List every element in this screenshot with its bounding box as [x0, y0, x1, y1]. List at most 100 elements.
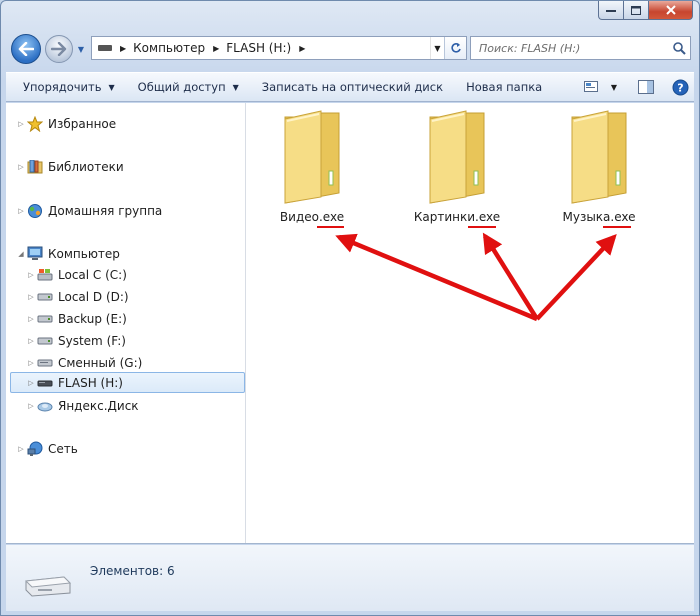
preview-pane-icon	[638, 80, 654, 94]
sidebar-item-yandex-disk[interactable]: ▷ Яндекс.Диск	[6, 395, 246, 416]
close-button[interactable]	[649, 1, 693, 20]
hard-drive-icon	[36, 311, 54, 327]
file-extension: .exe	[318, 210, 345, 224]
refresh-button[interactable]	[444, 37, 466, 59]
folder-item-video[interactable]: Видео.exe	[257, 109, 367, 224]
help-button[interactable]: ?	[666, 75, 694, 99]
forward-arrow-icon	[51, 42, 67, 56]
content-area: ▷ Избранное ▷ Библиотеки ▷ Домашняя груп…	[6, 103, 694, 544]
file-base-name: Видео	[279, 210, 319, 224]
folder-icon	[571, 110, 627, 204]
network-icon	[26, 441, 44, 457]
sidebar-item-homegroup[interactable]: ▷ Домашняя группа	[6, 200, 246, 221]
homegroup-icon	[26, 203, 44, 219]
system-drive-icon	[36, 267, 54, 283]
sidebar-item-label: Яндекс.Диск	[58, 398, 139, 413]
expand-arrow-icon[interactable]: ▷	[26, 337, 36, 345]
minimize-button[interactable]	[598, 1, 624, 20]
chevron-down-icon: ▼	[232, 82, 239, 92]
expand-arrow-icon[interactable]: ▷	[16, 207, 26, 215]
file-extension: .exe	[475, 210, 501, 224]
sidebar-item-drive-e[interactable]: ▷ Backup (E:)	[6, 308, 246, 329]
burn-label: Записать на оптический диск	[261, 80, 444, 94]
expand-arrow-icon[interactable]: ▷	[26, 379, 36, 387]
details-pane: Элементов: 6	[6, 545, 694, 611]
breadcrumb-separator-icon[interactable]: ▶	[213, 44, 219, 53]
address-bar[interactable]: ▶ Компьютер ▶ FLASH (H:) ▶ ▼	[91, 36, 467, 60]
organize-button[interactable]: Упорядочить ▼	[6, 75, 124, 99]
address-dropdown-icon[interactable]: ▼	[430, 37, 444, 59]
cloud-disk-icon	[36, 398, 54, 414]
expand-arrow-icon[interactable]: ▷	[26, 359, 36, 367]
expand-arrow-icon[interactable]: ▷	[26, 402, 36, 410]
sidebar-item-favorites[interactable]: ▷ Избранное	[6, 113, 246, 134]
sidebar-item-drive-h[interactable]: ▷ FLASH (H:)	[10, 372, 245, 393]
item-count: Элементов: 6	[90, 564, 175, 578]
expand-arrow-icon[interactable]: ▷	[16, 445, 26, 453]
sidebar-item-label: FLASH (H:)	[58, 375, 123, 390]
file-name: Видео.exe	[257, 210, 367, 224]
burn-button[interactable]: Записать на оптический диск	[248, 75, 452, 99]
folder-item-pictures[interactable]: Картинки.exe	[402, 109, 512, 224]
flash-drive-icon	[24, 576, 72, 597]
sidebar-item-label: Local C (C:)	[58, 267, 127, 282]
search-input[interactable]	[479, 41, 668, 55]
sidebar-item-label: Компьютер	[48, 246, 120, 261]
new-folder-label: Новая папка	[466, 80, 543, 94]
explorer-window: ▼ ▶ Компьютер ▶ FLASH (H:) ▶ ▼ Упорядочи	[0, 0, 700, 616]
search-icon[interactable]	[668, 37, 690, 59]
sidebar-item-libraries[interactable]: ▷ Библиотеки	[6, 156, 246, 177]
chevron-down-icon: ▼	[108, 82, 115, 92]
drive-icon	[98, 45, 112, 51]
search-box	[470, 36, 691, 60]
breadcrumb-separator-icon[interactable]: ▶	[299, 44, 305, 53]
removable-drive-icon	[36, 355, 54, 371]
expand-arrow-icon[interactable]: ▷	[26, 271, 36, 279]
organize-label: Упорядочить	[23, 80, 102, 94]
folder-icon	[429, 110, 485, 204]
sidebar-item-label: Backup (E:)	[58, 311, 127, 326]
sidebar-item-network[interactable]: ▷ Сеть	[6, 438, 246, 459]
expand-arrow-icon[interactable]: ▷	[16, 163, 26, 171]
view-icon	[584, 81, 598, 92]
library-icon	[26, 159, 44, 175]
file-name: Картинки.exe	[402, 210, 512, 224]
file-extension: .exe	[610, 210, 636, 224]
navigation-pane: ▷ Избранное ▷ Библиотеки ▷ Домашняя груп…	[6, 103, 246, 543]
hard-drive-icon	[36, 289, 54, 305]
sidebar-item-drive-g[interactable]: ▷ Сменный (G:)	[6, 352, 246, 373]
star-icon	[26, 115, 44, 132]
share-label: Общий доступ	[137, 80, 226, 94]
sidebar-item-drive-d[interactable]: ▷ Local D (D:)	[6, 286, 246, 307]
computer-icon	[26, 246, 44, 262]
arrow-mark	[335, 233, 538, 322]
share-button[interactable]: Общий доступ ▼	[124, 75, 248, 99]
expand-arrow-icon[interactable]: ▷	[26, 293, 36, 301]
preview-pane-button[interactable]	[632, 75, 660, 99]
new-folder-button[interactable]: Новая папка	[452, 75, 551, 99]
help-icon: ?	[672, 79, 688, 95]
navigation-row: ▼ ▶ Компьютер ▶ FLASH (H:) ▶ ▼	[9, 32, 691, 66]
back-button[interactable]	[11, 34, 41, 64]
breadcrumb: ▶ Компьютер ▶ FLASH (H:) ▶	[118, 41, 312, 55]
breadcrumb-computer[interactable]: Компьютер	[133, 41, 205, 55]
view-controls: ▼ ?	[578, 75, 694, 99]
view-dropdown-icon[interactable]: ▼	[606, 75, 622, 99]
maximize-button[interactable]	[624, 1, 649, 20]
sidebar-item-label: Сеть	[48, 441, 78, 456]
flash-drive-icon	[36, 375, 54, 391]
sidebar-item-drive-c[interactable]: ▷ Local C (C:)	[6, 264, 246, 285]
breadcrumb-separator-icon[interactable]: ▶	[120, 44, 126, 53]
collapse-arrow-icon[interactable]: ◢	[16, 250, 26, 258]
forward-button[interactable]	[45, 35, 73, 63]
sidebar-item-label: Local D (D:)	[58, 289, 129, 304]
sidebar-item-drive-f[interactable]: ▷ System (F:)	[6, 330, 246, 351]
expand-arrow-icon[interactable]: ▷	[16, 120, 26, 128]
breadcrumb-flash[interactable]: FLASH (H:)	[226, 41, 291, 55]
folder-item-music[interactable]: Музыка.exe	[544, 109, 654, 224]
expand-arrow-icon[interactable]: ▷	[26, 315, 36, 323]
history-dropdown-icon[interactable]: ▼	[75, 42, 87, 56]
change-view-button[interactable]	[578, 75, 606, 99]
back-arrow-icon	[18, 42, 34, 56]
sidebar-item-computer[interactable]: ◢ Компьютер	[6, 243, 246, 264]
